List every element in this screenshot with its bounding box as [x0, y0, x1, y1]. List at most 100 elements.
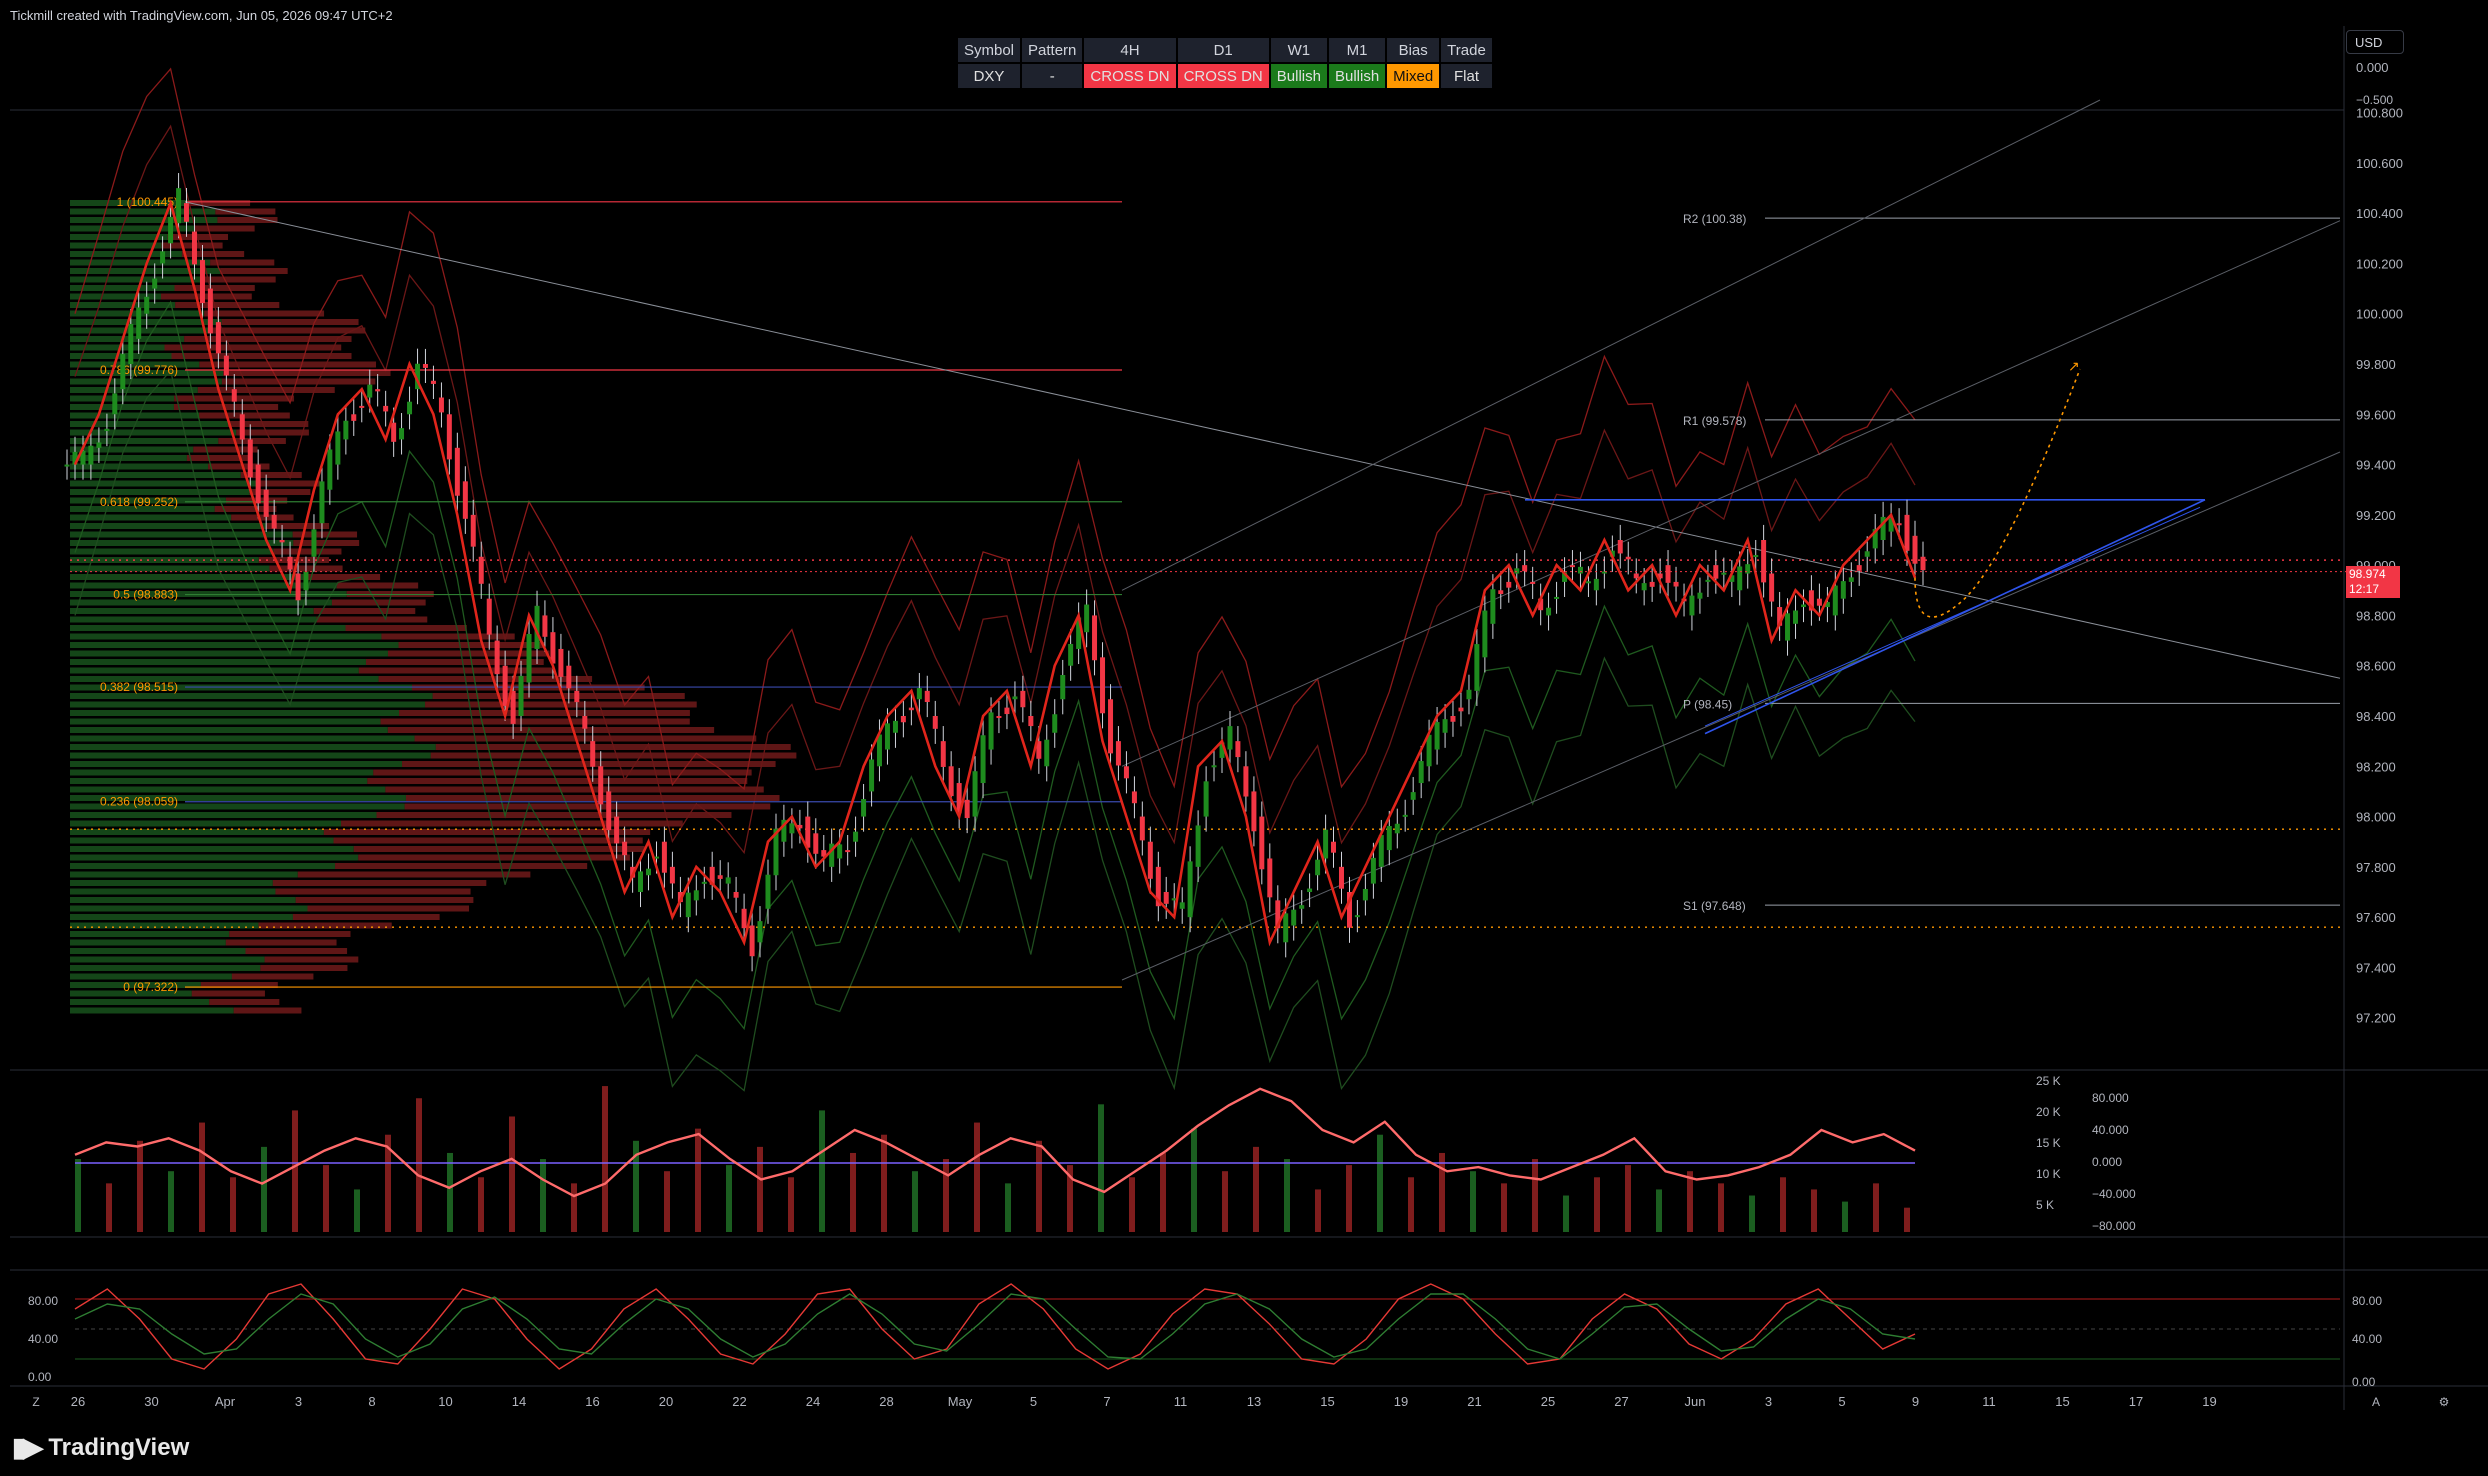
- table-value-cell: CROSS DN: [1177, 64, 1269, 88]
- candle-body: [749, 925, 755, 957]
- currency-selector[interactable]: USD: [2346, 30, 2404, 54]
- volume-profile-bar: [404, 803, 771, 810]
- candle-body: [1084, 604, 1090, 633]
- candle-body: [1044, 739, 1050, 767]
- candle-body: [319, 481, 325, 524]
- time-axis-tick: 24: [806, 1394, 820, 1409]
- volume-axis-tick: 20 K: [2036, 1105, 2061, 1119]
- candle-body: [1450, 716, 1456, 722]
- candle-body: [869, 759, 875, 792]
- volume-profile-bar: [70, 276, 204, 283]
- candle-body: [407, 401, 413, 415]
- pivot-level-label: S1 (97.648): [1683, 899, 1746, 913]
- candle-body: [1689, 595, 1695, 616]
- volume-profile-bar: [303, 574, 381, 580]
- status-table: Symbol Pattern 4H D1 W1 M1 Bias Trade DXY - CROSS…: [956, 36, 1494, 90]
- volume-profile-bar: [353, 846, 645, 852]
- candle-body: [287, 556, 293, 570]
- volume-profile-bar: [70, 778, 368, 784]
- volume-axis-tick: 5 K: [2036, 1198, 2054, 1212]
- candle-body: [1386, 826, 1392, 851]
- volume-profile-bar: [70, 888, 276, 895]
- table-header-cell: D1: [1177, 38, 1269, 62]
- time-axis-tick: 14: [512, 1394, 526, 1409]
- volume-profile-bar: [70, 710, 400, 716]
- candle-body: [1235, 741, 1241, 758]
- volume-profile-bar: [70, 574, 304, 580]
- candle-body: [1920, 556, 1926, 571]
- candle-body: [988, 712, 994, 750]
- volume-profile-bar: [70, 217, 218, 223]
- candle-body: [1793, 610, 1799, 624]
- volume-profile-bar: [414, 735, 757, 742]
- volume-profile-bar: [70, 914, 293, 920]
- candle-body: [622, 841, 628, 856]
- settings-icon: ⚙: [2439, 1395, 2450, 1409]
- volume-bar: [850, 1152, 856, 1232]
- candle-body: [1856, 565, 1862, 571]
- volume-bar: [1284, 1159, 1290, 1232]
- price-axis-tick: 0.000: [2356, 60, 2389, 75]
- candle-body: [263, 489, 269, 517]
- volume-bar: [1129, 1177, 1135, 1232]
- candle-body: [311, 529, 317, 557]
- candle-body: [104, 428, 110, 432]
- candle-body: [813, 833, 819, 854]
- candle-body: [1832, 585, 1838, 616]
- volume-bar: [540, 1159, 546, 1232]
- volume-profile-bar: [231, 973, 314, 980]
- candle-body: [1068, 643, 1074, 666]
- volume-profile-bar: [70, 625, 346, 631]
- time-axis-tick: 27: [1614, 1394, 1628, 1409]
- candle-body: [837, 844, 843, 859]
- tradingview-brand[interactable]: ▮▶ TradingView: [12, 1432, 189, 1463]
- candle-body: [271, 514, 277, 529]
- volume-profile-bar: [245, 948, 348, 954]
- candle-body: [399, 428, 405, 440]
- candle-body: [279, 540, 285, 543]
- candle-body: [1721, 572, 1727, 575]
- candle-body: [1243, 766, 1249, 797]
- volume-profile-bar: [70, 863, 336, 869]
- volume-profile-bar: [272, 880, 487, 886]
- volume-profile-bar: [70, 633, 382, 640]
- candle-body: [661, 841, 667, 873]
- candle-body: [1769, 573, 1775, 602]
- volume-bar: [1718, 1183, 1724, 1232]
- candle-body: [454, 447, 460, 496]
- volume-profile-bar: [70, 650, 388, 657]
- table-header-cell: 4H: [1084, 38, 1176, 62]
- envelope-band-line: [74, 124, 1916, 855]
- time-axis-tick: 15: [1320, 1394, 1334, 1409]
- candle-body: [1315, 859, 1321, 876]
- volume-profile-bar: [432, 693, 685, 699]
- volume-profile-bar: [336, 582, 419, 589]
- time-axis-tick: 22: [732, 1394, 746, 1409]
- volume-bar: [137, 1140, 143, 1232]
- candle-body: [574, 690, 580, 703]
- candle-body: [566, 665, 572, 689]
- price-axis-tick: −0.500: [2356, 93, 2393, 107]
- volume-profile-bar: [70, 667, 359, 674]
- candle-body: [1522, 565, 1528, 572]
- volume-profile-bar: [174, 285, 255, 291]
- candle-body: [1506, 581, 1512, 588]
- price-chart-canvas[interactable]: 100.800100.600100.400100.200100.00099.80…: [0, 0, 2488, 1476]
- candle-body: [1354, 915, 1360, 918]
- volume-profile-bar: [203, 276, 276, 283]
- candle-body: [1761, 540, 1767, 583]
- candle-body: [1442, 719, 1448, 733]
- time-axis-tick: 26: [71, 1394, 85, 1409]
- volume-profile-bar: [70, 812, 377, 818]
- candle-body: [1585, 581, 1591, 584]
- stoch-d-line: [74, 1293, 1916, 1360]
- volume-profile-bar: [231, 514, 294, 521]
- candle-body: [550, 632, 556, 664]
- volume-profile-bar: [430, 752, 797, 759]
- price-axis-tick: 100.400: [2356, 206, 2403, 221]
- volume-profile-bar: [70, 820, 342, 827]
- volume-profile-bar: [181, 251, 245, 257]
- volume-profile-bar: [378, 676, 593, 682]
- candle-body: [1362, 888, 1368, 901]
- candle-body: [1370, 857, 1376, 884]
